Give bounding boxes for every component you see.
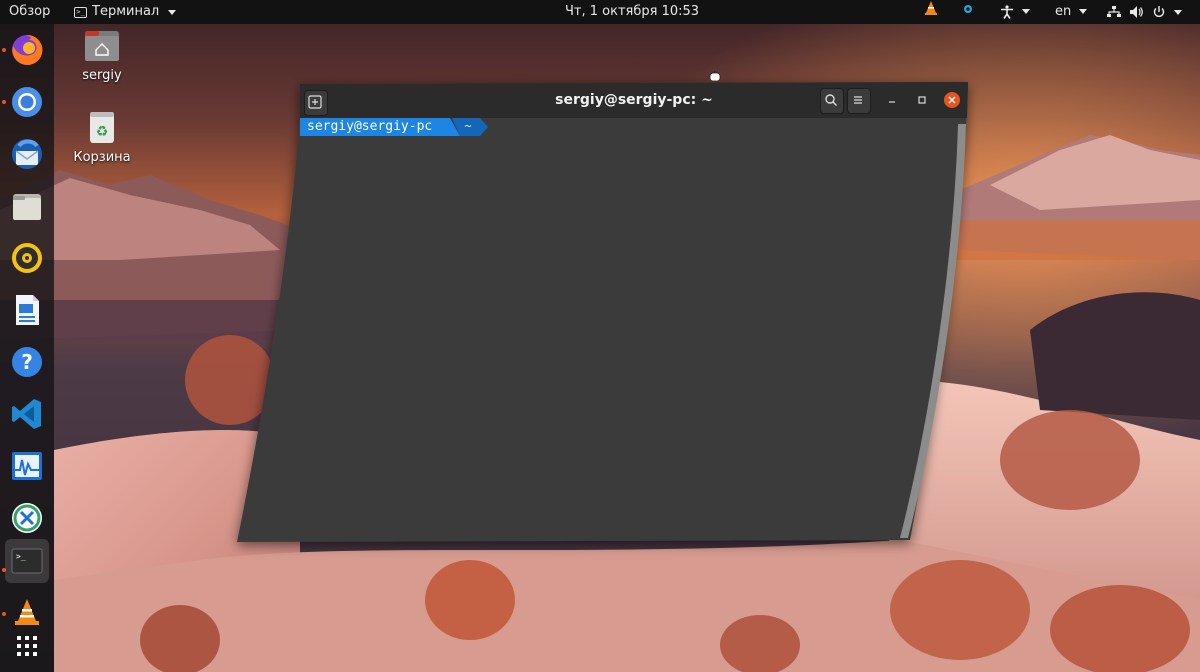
minimize-icon [889, 101, 895, 103]
power-icon [1153, 6, 1165, 17]
app-menu-button[interactable]: >_ Терминал [74, 0, 177, 24]
svg-text:?: ? [21, 350, 33, 374]
chromium-icon[interactable] [5, 80, 49, 124]
terminal-window[interactable]: sergiy@sergiy-pc: ~ sergiy@sergiy-pc ~ [300, 82, 968, 544]
chevron-down-icon [1174, 9, 1182, 15]
terminal-icon[interactable]: >_ [5, 539, 49, 583]
chevron-down-icon [1079, 9, 1088, 14]
help-icon[interactable]: ? [5, 340, 49, 384]
show-applications-icon[interactable] [5, 624, 49, 668]
volume-icon [1130, 6, 1143, 18]
svg-text:♻: ♻ [96, 124, 109, 140]
maximize-button[interactable] [914, 92, 930, 108]
top-bar: Обзор >_ Терминал Чт, 1 октября 10:53 en [0, 0, 1200, 24]
accessibility-menu[interactable] [1000, 0, 1031, 24]
files-icon[interactable] [5, 184, 49, 228]
hamburger-icon [854, 96, 862, 104]
network-icon [1107, 6, 1121, 17]
dock: ? >_ [0, 24, 54, 672]
chevron-down-icon [1022, 9, 1031, 14]
libreoffice-writer-icon[interactable] [5, 288, 49, 332]
vscode-icon[interactable] [5, 392, 49, 436]
menu-button[interactable] [847, 88, 871, 114]
desktop-icon-label: Корзина [73, 150, 131, 165]
close-icon [944, 92, 960, 108]
grab-cursor-icon [709, 71, 721, 82]
trash-icon: ♻ [90, 112, 114, 143]
new-tab-button[interactable] [304, 90, 328, 116]
activities-button[interactable]: Обзор [9, 0, 50, 24]
app-menu-label: Терминал [92, 4, 160, 19]
desktop-icon-home[interactable]: sergiy [67, 30, 137, 83]
system-monitor-icon[interactable] [5, 444, 49, 488]
desktop-icon-label: sergiy [82, 68, 122, 83]
system-menu[interactable] [1107, 0, 1182, 24]
search-button[interactable] [820, 88, 844, 114]
app-indicator-icon[interactable] [963, 0, 973, 24]
close-button[interactable] [944, 92, 960, 108]
vlc-tray-icon[interactable] [925, 0, 937, 24]
clock-button[interactable]: Чт, 1 октября 10:53 [565, 0, 699, 24]
firefox-icon[interactable] [5, 28, 49, 72]
maximize-icon [918, 96, 926, 104]
thunderbird-icon[interactable] [5, 132, 49, 176]
minimize-button[interactable] [884, 92, 900, 108]
new-tab-icon [308, 95, 322, 109]
home-folder-icon [85, 31, 119, 61]
keyboard-layout-menu[interactable]: en [1055, 0, 1088, 24]
desktop-icon-trash[interactable]: ♻ Корзина [67, 110, 137, 165]
search-icon [825, 94, 837, 106]
prompt-user-segment: sergiy@sergiy-pc [300, 118, 460, 136]
chevron-down-icon [168, 9, 177, 15]
svg-text:>_: >_ [16, 552, 26, 561]
keyboard-layout-label: en [1055, 4, 1072, 19]
rhythmbox-icon[interactable] [5, 236, 49, 280]
crossover-icon[interactable] [5, 496, 49, 540]
terminal-app-icon: >_ [74, 6, 87, 18]
